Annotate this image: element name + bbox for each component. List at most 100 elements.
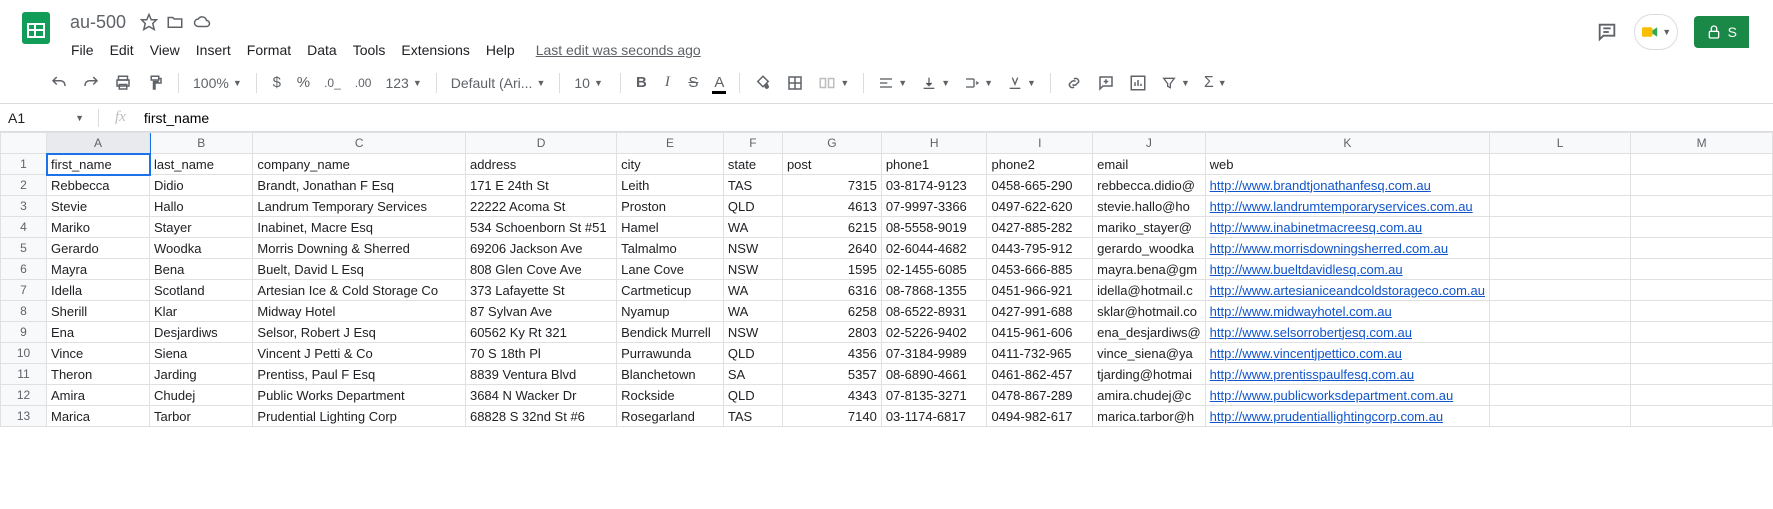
cell[interactable]: post <box>782 154 881 175</box>
cell[interactable]: NSW <box>723 238 782 259</box>
cell[interactable]: Sherill <box>47 301 150 322</box>
cell[interactable]: 4613 <box>782 196 881 217</box>
insert-comment-icon[interactable] <box>1091 70 1121 96</box>
cell[interactable]: mariko_stayer@ <box>1093 217 1206 238</box>
cell[interactable]: WA <box>723 301 782 322</box>
cell[interactable]: 171 E 24th St <box>465 175 616 196</box>
cell[interactable]: Bena <box>150 259 253 280</box>
redo-icon[interactable] <box>76 70 106 96</box>
menu-data[interactable]: Data <box>300 38 344 62</box>
cell[interactable]: 08-5558-9019 <box>881 217 987 238</box>
cell[interactable]: QLD <box>723 343 782 364</box>
cell[interactable]: http://www.landrumtemporaryservices.com.… <box>1205 196 1489 217</box>
cell[interactable] <box>1490 175 1631 196</box>
cell[interactable]: 07-8135-3271 <box>881 385 987 406</box>
cell[interactable] <box>1490 217 1631 238</box>
cell[interactable]: Inabinet, Macre Esq <box>253 217 466 238</box>
meet-button[interactable]: ▼ <box>1634 14 1678 50</box>
font-size-dropdown[interactable]: 10▼ <box>568 71 612 95</box>
menu-extensions[interactable]: Extensions <box>394 38 476 62</box>
cell[interactable]: 68828 S 32nd St #6 <box>465 406 616 427</box>
cell[interactable] <box>1490 322 1631 343</box>
cell[interactable]: http://www.publicworksdepartment.com.au <box>1205 385 1489 406</box>
cell[interactable]: 1595 <box>782 259 881 280</box>
cell[interactable]: Lane Cove <box>617 259 724 280</box>
select-all-corner[interactable] <box>1 133 47 154</box>
cell[interactable]: Stayer <box>150 217 253 238</box>
cell[interactable]: http://www.artesianiceandcoldstorageco.c… <box>1205 280 1489 301</box>
borders-icon[interactable] <box>780 70 810 96</box>
cell[interactable] <box>1631 406 1773 427</box>
cell[interactable]: 87 Sylvan Ave <box>465 301 616 322</box>
cell[interactable]: Purrawunda <box>617 343 724 364</box>
cell[interactable]: http://www.inabinetmacreesq.com.au <box>1205 217 1489 238</box>
cell[interactable]: Ena <box>47 322 150 343</box>
cell[interactable]: Mariko <box>47 217 150 238</box>
cell[interactable] <box>1631 385 1773 406</box>
cell[interactable]: Scotland <box>150 280 253 301</box>
cell[interactable] <box>1490 385 1631 406</box>
cell[interactable] <box>1631 217 1773 238</box>
cell[interactable]: Hamel <box>617 217 724 238</box>
cell[interactable]: 03-8174-9123 <box>881 175 987 196</box>
cell[interactable]: phone2 <box>987 154 1093 175</box>
cell[interactable]: 3684 N Wacker Dr <box>465 385 616 406</box>
cell[interactable]: Woodka <box>150 238 253 259</box>
cell[interactable]: 7315 <box>782 175 881 196</box>
cell[interactable]: Public Works Department <box>253 385 466 406</box>
cell[interactable]: NSW <box>723 322 782 343</box>
cell[interactable]: 0427-991-688 <box>987 301 1093 322</box>
cell[interactable]: Didio <box>150 175 253 196</box>
cell[interactable]: amira.chudej@c <box>1093 385 1206 406</box>
cell[interactable]: mayra.bena@gm <box>1093 259 1206 280</box>
cell[interactable]: 0411-732-965 <box>987 343 1093 364</box>
cell[interactable]: http://www.vincentjpettico.com.au <box>1205 343 1489 364</box>
cell[interactable]: 07-9997-3366 <box>881 196 987 217</box>
cell[interactable]: 0461-862-457 <box>987 364 1093 385</box>
cell[interactable]: Marica <box>47 406 150 427</box>
formula-input[interactable] <box>136 108 1773 128</box>
share-button[interactable]: S <box>1694 16 1749 48</box>
cell[interactable] <box>1490 154 1631 175</box>
menu-insert[interactable]: Insert <box>189 38 238 62</box>
cell[interactable] <box>1490 259 1631 280</box>
cell[interactable] <box>1631 322 1773 343</box>
cell[interactable]: Morris Downing & Sherred <box>253 238 466 259</box>
cell[interactable] <box>1631 196 1773 217</box>
sheets-logo[interactable] <box>16 8 56 48</box>
col-header-G[interactable]: G <box>782 133 881 154</box>
functions-dropdown[interactable]: Σ▼ <box>1198 70 1233 96</box>
paint-format-icon[interactable] <box>140 70 170 96</box>
cell[interactable]: Theron <box>47 364 150 385</box>
decrease-decimal-icon[interactable]: .0_ <box>318 70 347 96</box>
cell[interactable]: Prentiss, Paul F Esq <box>253 364 466 385</box>
row-header[interactable]: 6 <box>1 259 47 280</box>
cell[interactable]: Gerardo <box>47 238 150 259</box>
row-header[interactable]: 3 <box>1 196 47 217</box>
cell[interactable]: Amira <box>47 385 150 406</box>
fill-color-icon[interactable] <box>748 70 778 96</box>
cell[interactable]: web <box>1205 154 1489 175</box>
cell[interactable]: Brandt, Jonathan F Esq <box>253 175 466 196</box>
row-header[interactable]: 13 <box>1 406 47 427</box>
print-icon[interactable] <box>108 70 138 96</box>
cell[interactable]: vince_siena@ya <box>1093 343 1206 364</box>
cell[interactable]: Nyamup <box>617 301 724 322</box>
col-header-L[interactable]: L <box>1490 133 1631 154</box>
cell[interactable]: TAS <box>723 175 782 196</box>
cell[interactable]: http://www.bueltdavidlesq.com.au <box>1205 259 1489 280</box>
cell[interactable]: Jarding <box>150 364 253 385</box>
cell[interactable]: email <box>1093 154 1206 175</box>
cell[interactable]: 60562 Ky Rt 321 <box>465 322 616 343</box>
cell[interactable]: 0458-665-290 <box>987 175 1093 196</box>
cell[interactable] <box>1631 259 1773 280</box>
cell[interactable]: Rosegarland <box>617 406 724 427</box>
vertical-align-dropdown[interactable]: ▼ <box>915 71 956 95</box>
cell[interactable]: 08-6522-8931 <box>881 301 987 322</box>
text-rotation-dropdown[interactable]: ▼ <box>1001 71 1042 95</box>
italic-icon[interactable]: I <box>655 70 679 96</box>
font-dropdown[interactable]: Default (Ari...▼ <box>445 71 552 95</box>
col-header-H[interactable]: H <box>881 133 987 154</box>
cell[interactable]: 70 S 18th Pl <box>465 343 616 364</box>
text-wrap-dropdown[interactable]: ▼ <box>958 71 999 95</box>
